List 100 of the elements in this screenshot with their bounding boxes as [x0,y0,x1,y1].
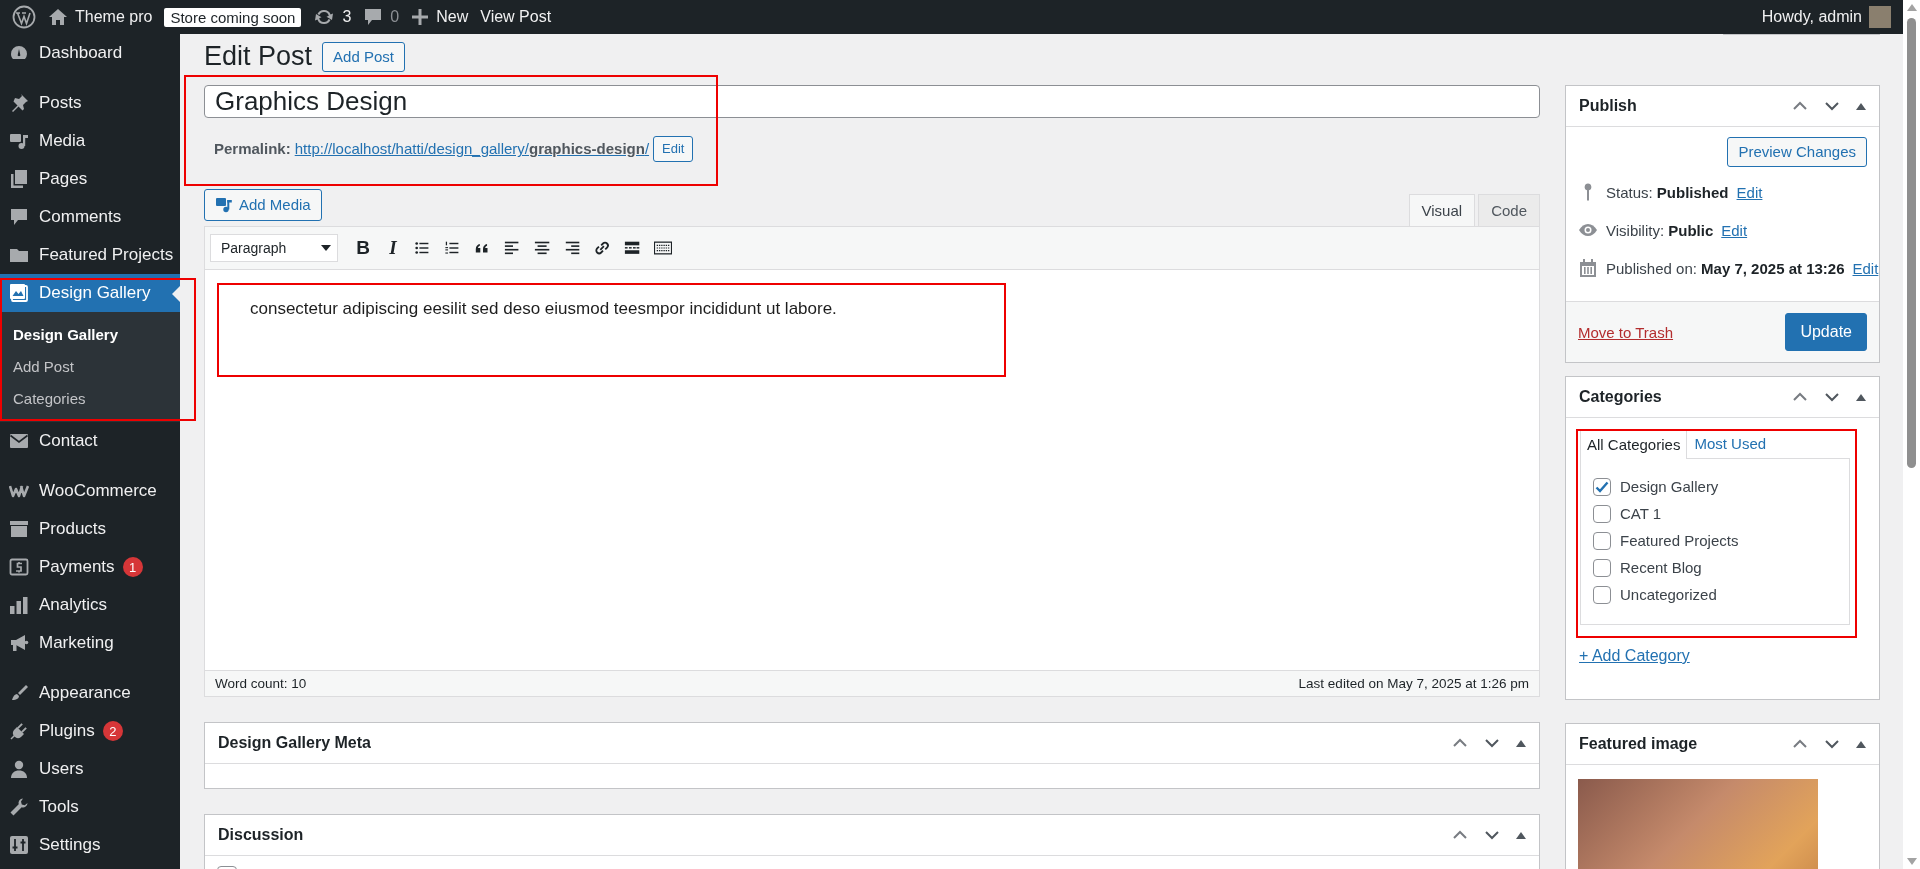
archive-box-icon [9,519,29,539]
category-label: CAT 1 [1620,505,1662,522]
edit-link[interactable]: Edit [1721,221,1748,239]
wrench-icon [9,797,29,817]
caret-icon [321,244,331,251]
sidebar-item[interactable]: WooCommerce [0,472,180,510]
scrollbar-thumb[interactable] [1907,18,1916,468]
submenu-item[interactable]: Categories [0,383,180,415]
sidebar-item[interactable]: Comments [0,198,180,236]
sidebar-item[interactable]: Plugins 2 [0,712,180,750]
sidebar-item[interactable]: Users [0,750,180,788]
triangle-up-icon[interactable] [1855,739,1867,749]
category-label: Design Gallery [1620,478,1719,495]
add-category-link[interactable]: + Add Category [1579,647,1690,665]
plug-icon [9,721,29,741]
edit-permalink-button[interactable]: Edit [653,136,694,162]
checkmark-icon [1595,480,1609,493]
plus-icon[interactable] [411,8,430,26]
home-icon[interactable] [48,7,68,27]
category-label: Uncategorized [1620,586,1717,603]
count-badge: 1 [122,557,143,577]
sidebar-item[interactable]: Payments 1 [0,548,180,586]
count-badge: 2 [102,721,123,741]
bold-button[interactable]: B [348,232,378,263]
page-heading: Edit Post [204,41,313,72]
box-title: Publish [1579,97,1638,115]
post-body-text: consectetur adipiscing eesilit sed deso eiusmod teesmpor incididunt ut labore. [250,298,838,319]
word-count: Word count: 10 [215,675,307,691]
pin-icon [1583,182,1593,202]
submenu-item[interactable]: Design Gallery [0,319,180,351]
speech-bubble-icon[interactable] [363,7,384,27]
sidebar-item[interactable]: Dashboard [0,34,180,72]
edit-link[interactable]: Edit [1736,183,1763,201]
camera-music-icon [215,195,233,214]
category-label: Featured Projects [1620,532,1739,549]
meta-box-title: Design Gallery Meta [218,733,372,752]
edit-link[interactable]: Edit [1852,259,1879,277]
category-tab[interactable]: All Categories [1580,429,1688,459]
triangle-up-icon[interactable] [1855,101,1867,111]
checkbox[interactable] [1593,477,1611,496]
update-button[interactable]: Update [1785,313,1867,351]
refresh-icon[interactable] [313,7,336,27]
dollar-icon [9,557,29,577]
editor-tab[interactable]: Code [1478,193,1540,226]
preview-changes-button[interactable]: Preview Changes [1727,137,1867,167]
sidebar-item[interactable]: Pages [0,160,180,198]
format-dropdown[interactable]: Paragraph [210,233,338,262]
sidebar-item[interactable]: Design Gallery [0,274,180,312]
submenu-item[interactable]: Add Post [0,351,180,383]
wordpress-logo-icon[interactable] [12,5,36,29]
add-post-button[interactable]: Add Post [322,41,405,72]
permalink-link[interactable]: http://localhost/hatti/design_gallery/graphics-design/ [294,140,650,158]
last-edited-text: Last edited on May 7, 2025 at 1:26 pm [1298,675,1529,691]
category-label: Recent Blog [1620,559,1702,576]
title-field[interactable]: Graphics Design [204,85,1540,118]
sidebar-item[interactable]: Marketing [0,624,180,662]
megaphone-icon [9,633,29,653]
sidebar-item[interactable]: Appearance [0,674,180,712]
permalink-label: Permalink: [214,140,291,158]
sliders-icon [9,835,29,855]
calendar-icon [1579,258,1597,278]
publish-detail-text: Visibility: Public [1606,221,1714,239]
pages-icon [9,169,29,189]
meta-box-title: Discussion [218,825,305,844]
sidebar-item[interactable]: Contact [0,422,180,460]
publish-detail-text: Status: Published [1606,183,1729,201]
updates-count[interactable]: 3 [342,8,352,26]
store-status-badge: Store coming soon [164,7,302,27]
checkbox[interactable] [1593,585,1611,604]
comments-count[interactable]: 0 [390,8,400,26]
box-title: Categories [1579,388,1663,406]
site-name-link[interactable]: Theme pro [75,8,153,26]
sidebar-item[interactable]: Products [0,510,180,548]
checkbox[interactable] [1593,531,1611,550]
add-media-button[interactable]: Add Media [204,188,322,221]
sidebar-item[interactable]: Posts [0,84,180,122]
box-title: Featured image [1579,735,1699,753]
user-icon [9,759,29,779]
move-to-trash-link[interactable]: Move to Trash [1578,323,1674,341]
sidebar-item[interactable]: Tools [0,788,180,826]
triangle-up-icon[interactable] [1855,392,1867,402]
sidebar-item[interactable]: Media [0,122,180,160]
sidebar-item[interactable]: Analytics [0,586,180,624]
checkbox[interactable] [1593,558,1611,577]
paintbrush-icon [9,683,29,703]
category-tab[interactable]: Most Used [1687,428,1774,458]
envelope-icon [9,431,29,451]
media-icon [9,131,29,151]
new-link[interactable]: New [436,8,469,26]
italic-button[interactable]: I [378,232,408,263]
publish-detail-text: Published on: May 7, 2025 at 13:26 [1606,259,1845,277]
image-icon [9,283,29,303]
speech-bubble-icon [9,207,29,227]
view-post-link[interactable]: View Post [480,8,552,26]
bar-chart-icon [9,595,29,615]
editor-tab[interactable]: Visual [1408,193,1476,226]
sidebar-item[interactable]: Featured Projects [0,236,180,274]
greeting-link[interactable]: Howdy, admin [1761,8,1862,26]
checkbox[interactable] [1593,504,1611,523]
sidebar-item[interactable]: Settings [0,826,180,864]
